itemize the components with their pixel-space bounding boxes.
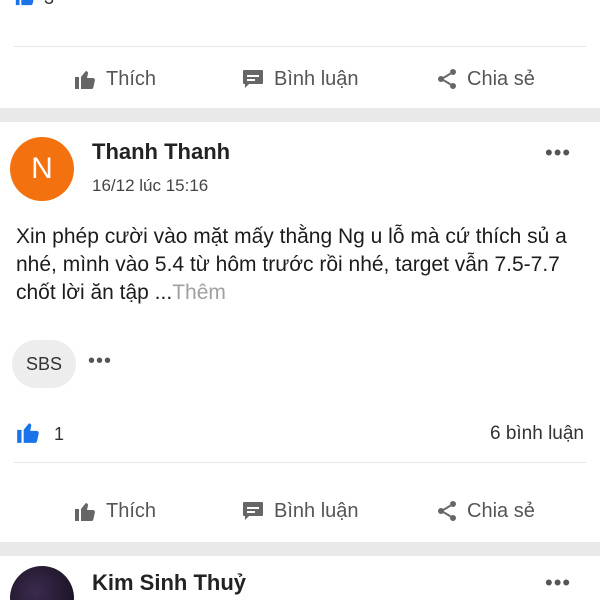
comment-icon [240,499,266,523]
comment-count-link[interactable]: 6 bình luận [490,423,584,445]
stock-tag-chip[interactable]: SBS [12,340,76,388]
share-label: Chia sẻ [467,67,535,90]
like-label: Thích [106,67,157,90]
like-label: Thích [106,499,157,522]
see-more-link[interactable]: Thêm [172,281,226,304]
next-author-avatar[interactable] [10,566,74,600]
action-bar-previous: Thích Bình luận Chia sẻ [0,56,600,102]
share-icon [435,67,459,91]
thumbs-up-icon [72,67,98,91]
comment-label: Bình luận [274,67,359,90]
more-icon[interactable]: ••• [545,140,571,166]
more-icon[interactable]: ••• [545,570,571,596]
thumbs-up-icon [72,499,98,523]
previous-post-likes: 3 [14,0,54,10]
tag-more-icon[interactable]: ••• [88,350,112,373]
like-button[interactable]: Thích [72,67,156,91]
share-button[interactable]: Chia sẻ [435,67,535,91]
share-button[interactable]: Chia sẻ [435,499,535,523]
like-button[interactable]: Thích [72,499,156,523]
divider [14,462,586,463]
action-bar: Thích Bình luận Chia sẻ [0,488,600,534]
comment-label: Bình luận [274,499,359,522]
thumbs-up-icon [14,419,42,450]
post-separator [0,108,600,122]
comment-button[interactable]: Bình luận [240,67,359,91]
share-icon [435,499,459,523]
like-count: 1 [54,423,65,444]
divider [14,46,586,47]
author-avatar[interactable]: N [10,137,74,201]
post-text: Xin phép cười vào mặt mấy thằng Ng u lỗ … [16,225,567,304]
post-stats: 1 6 bình luận [14,420,584,448]
post-timestamp: 16/12 lúc 15:16 [92,176,209,195]
author-name[interactable]: Thanh Thanh [92,139,230,165]
post-body: Xin phép cười vào mặt mấy thằng Ng u lỗ … [16,223,592,307]
thumbs-up-icon [14,0,36,12]
previous-like-count: 3 [44,0,54,9]
comment-button[interactable]: Bình luận [240,499,359,523]
next-author-name[interactable]: Kim Sinh Thuỷ [92,570,246,596]
post-separator [0,542,600,556]
like-summary[interactable]: 1 [14,419,64,450]
share-label: Chia sẻ [467,499,535,522]
comment-icon [240,67,266,91]
